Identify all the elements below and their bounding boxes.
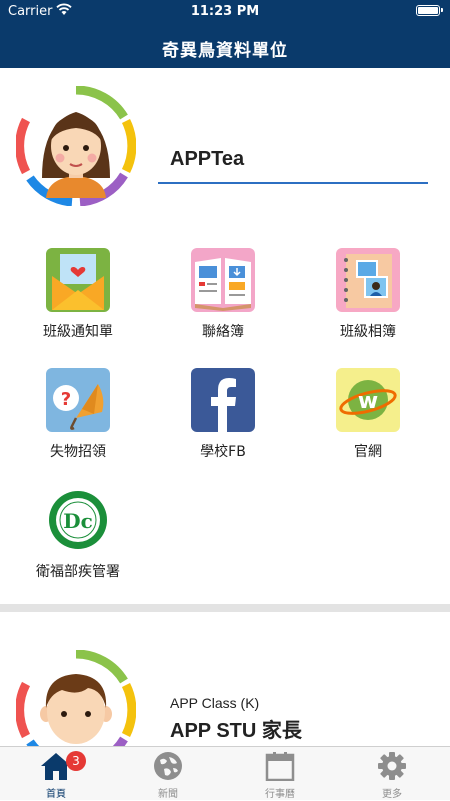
student-class: APP Class (K) <box>170 695 260 711</box>
gear-icon <box>378 752 406 780</box>
tab-bar: 3 首頁 新聞 行事曆 更多 <box>0 746 450 800</box>
grid-item-contact-book[interactable]: 聯絡簿 <box>153 248 293 341</box>
grid-item-label: 失物招領 <box>50 444 106 460</box>
page-title: 奇異鳥資料單位 <box>162 41 288 61</box>
website-icon: w <box>336 368 400 432</box>
status-bar: Carrier 11:23 PM <box>0 0 450 22</box>
tab-label: 首頁 <box>46 789 66 800</box>
grid-item-cdc[interactable]: Dc 衛福部疾管署 <box>8 488 148 581</box>
contact-book-icon <box>191 248 255 312</box>
grid-item-class-album[interactable]: 班級相簿 <box>298 248 438 341</box>
status-time: 11:23 PM <box>190 4 260 19</box>
grid-item-lost-and-found[interactable]: ? 失物招領 <box>8 368 148 461</box>
tab-label: 行事曆 <box>265 789 295 800</box>
lost-and-found-icon: ? <box>46 368 110 432</box>
battery-icon <box>416 5 443 16</box>
tab-more[interactable]: 更多 <box>336 747 448 801</box>
grid-item-class-notice[interactable]: 班級通知單 <box>8 248 148 341</box>
app-header: Carrier 11:23 PM 奇異鳥資料單位 <box>0 0 450 68</box>
calendar-icon <box>265 752 295 781</box>
section-divider <box>0 604 450 612</box>
cdc-icon: Dc <box>46 488 110 552</box>
teacher-name: APPTea <box>170 148 245 170</box>
svg-text:?: ? <box>61 389 71 410</box>
name-underline <box>158 182 428 184</box>
teacher-avatar[interactable] <box>15 85 137 207</box>
svg-text:w: w <box>358 389 378 414</box>
svg-text:Dc: Dc <box>63 509 93 533</box>
tab-news[interactable]: 新聞 <box>112 747 224 801</box>
tab-label: 新聞 <box>158 789 178 800</box>
tab-home[interactable]: 3 首頁 <box>0 747 112 801</box>
photo-album-icon <box>336 248 400 312</box>
grid-item-label: 班級相簿 <box>340 324 396 340</box>
grid-item-label: 衛福部疾管署 <box>36 564 120 580</box>
grid-item-label: 學校FB <box>200 444 246 460</box>
globe-icon <box>154 752 182 780</box>
grid-item-label: 聯絡簿 <box>202 324 244 340</box>
grid-item-label: 官網 <box>354 444 382 460</box>
tab-calendar[interactable]: 行事曆 <box>224 747 336 801</box>
facebook-icon <box>191 368 255 432</box>
grid-item-official-site[interactable]: w 官網 <box>298 368 438 461</box>
envelope-icon <box>46 248 110 312</box>
notification-badge: 3 <box>66 751 86 771</box>
tab-label: 更多 <box>382 789 402 800</box>
student-name: APP STU 家長 <box>170 720 302 742</box>
grid-item-label: 班級通知單 <box>43 324 113 340</box>
grid-item-school-fb[interactable]: 學校FB <box>153 368 293 461</box>
